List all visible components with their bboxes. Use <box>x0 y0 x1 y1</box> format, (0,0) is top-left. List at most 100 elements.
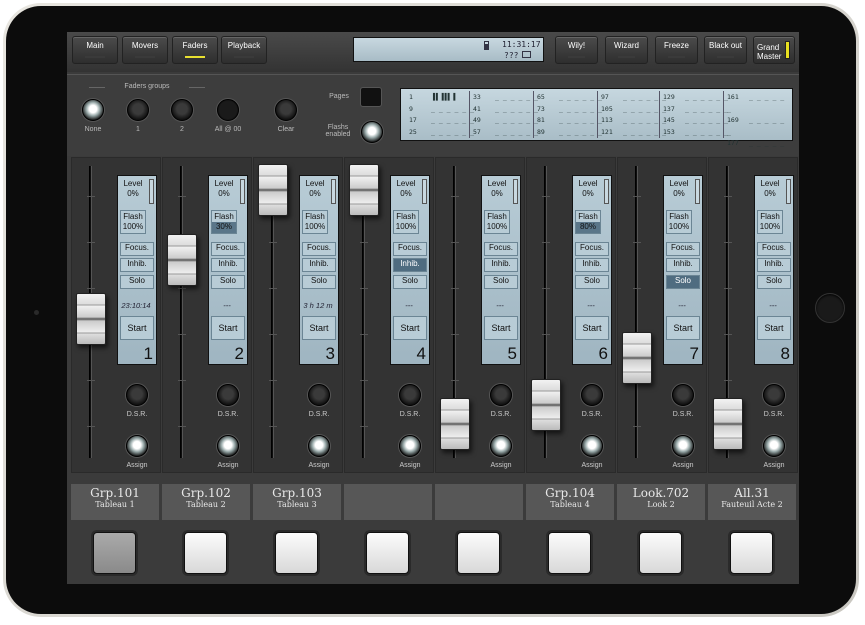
wily-button[interactable]: Wily! <box>555 36 598 64</box>
fader-knob[interactable] <box>349 164 379 216</box>
flash-level[interactable]: Flash 100% <box>757 210 783 234</box>
page-number[interactable]: 153 <box>663 127 685 139</box>
dsr-button[interactable] <box>308 384 330 406</box>
assign-button[interactable] <box>308 435 330 457</box>
solo-button[interactable]: Solo <box>393 275 427 289</box>
wizard-button[interactable]: Wizard <box>605 36 648 64</box>
start-button[interactable]: Start <box>120 316 154 340</box>
page-number[interactable]: 73 <box>537 104 559 116</box>
page-number[interactable]: 17 <box>409 115 431 127</box>
channel-name-box[interactable]: All.31 Fauteuil Acte 2 <box>708 484 796 520</box>
flash-level[interactable]: Flash 80% <box>575 210 601 234</box>
inhib-button[interactable]: Inhib. <box>302 258 336 272</box>
focus-button[interactable]: Focus. <box>302 242 336 256</box>
flashs-enabled-button[interactable] <box>361 121 383 143</box>
playback-button[interactable]: Playback <box>221 36 267 64</box>
pages-button[interactable] <box>360 87 382 107</box>
inhib-button[interactable]: Inhib. <box>211 258 245 272</box>
inhib-button[interactable]: Inhib. <box>666 258 700 272</box>
assign-button[interactable] <box>763 435 785 457</box>
flash-button[interactable] <box>457 532 500 574</box>
dsr-button[interactable] <box>217 384 239 406</box>
channel-name-box[interactable]: Look.702 Look 2 <box>617 484 705 520</box>
inhib-button[interactable]: Inhib. <box>393 258 427 272</box>
page-number[interactable]: 9 <box>409 104 431 116</box>
channel-name-box[interactable]: Grp.104 Tableau 4 <box>526 484 614 520</box>
fader-knob[interactable] <box>258 164 288 216</box>
page-number[interactable]: 145 <box>663 115 685 127</box>
assign-button[interactable] <box>672 435 694 457</box>
channel-name-box[interactable]: Grp.101 Tableau 1 <box>71 484 159 520</box>
all-at-00-button[interactable] <box>217 99 239 121</box>
fader-knob[interactable] <box>531 379 561 432</box>
main-button[interactable]: Main <box>72 36 118 64</box>
channel-name-box[interactable]: Grp.103 Tableau 3 <box>253 484 341 520</box>
start-button[interactable]: Start <box>666 316 700 340</box>
group-1-button[interactable] <box>127 99 149 121</box>
flash-button[interactable] <box>184 532 227 574</box>
focus-button[interactable]: Focus. <box>393 242 427 256</box>
start-button[interactable]: Start <box>484 316 518 340</box>
page-number[interactable]: 33 <box>473 92 495 104</box>
grand-master-button[interactable]: Grand Master <box>753 36 795 64</box>
flash-level[interactable]: Flash 30% <box>211 210 237 234</box>
channel-name-box[interactable] <box>344 484 432 520</box>
start-button[interactable]: Start <box>575 316 609 340</box>
page-number[interactable]: 177 <box>727 138 749 150</box>
page-number[interactable]: 57 <box>473 127 495 139</box>
solo-button[interactable]: Solo <box>120 275 154 289</box>
solo-button[interactable]: Solo <box>757 275 791 289</box>
page-number[interactable]: 1 <box>409 92 431 104</box>
focus-button[interactable]: Focus. <box>120 242 154 256</box>
dsr-button[interactable] <box>126 384 148 406</box>
dsr-button[interactable] <box>763 384 785 406</box>
assign-button[interactable] <box>581 435 603 457</box>
fader-knob[interactable] <box>440 398 470 450</box>
pages-table[interactable]: 1 ▐▐ ▐▐▐ ▐ 9 _ _ _ _ _ _ 17 _ _ _ _ _ _ 25 _ _ … <box>400 88 793 182</box>
page-number[interactable]: 161 <box>727 92 749 104</box>
focus-button[interactable]: Focus. <box>211 242 245 256</box>
start-button[interactable]: Start <box>211 316 245 340</box>
flash-level[interactable]: Flash 100% <box>302 210 328 234</box>
page-number[interactable]: 41 <box>473 104 495 116</box>
home-button[interactable] <box>815 293 845 323</box>
solo-button[interactable]: Solo <box>302 275 336 289</box>
clear-button[interactable] <box>275 99 297 121</box>
channel-name-box[interactable] <box>435 484 523 520</box>
flash-button[interactable] <box>366 532 409 574</box>
start-button[interactable]: Start <box>393 316 427 340</box>
page-number[interactable]: 81 <box>537 115 559 127</box>
dsr-button[interactable] <box>399 384 421 406</box>
flash-level[interactable]: Flash 100% <box>666 210 692 234</box>
flash-button[interactable] <box>93 532 136 574</box>
blackout-button[interactable]: Black out <box>704 36 747 64</box>
start-button[interactable]: Start <box>757 316 791 340</box>
inhib-button[interactable]: Inhib. <box>575 258 609 272</box>
flash-button[interactable] <box>275 532 318 574</box>
flash-button[interactable] <box>639 532 682 574</box>
page-number[interactable]: 113 <box>601 115 623 127</box>
focus-button[interactable]: Focus. <box>575 242 609 256</box>
dsr-button[interactable] <box>672 384 694 406</box>
page-number[interactable]: 97 <box>601 92 623 104</box>
page-number[interactable]: 105 <box>601 104 623 116</box>
focus-button[interactable]: Focus. <box>666 242 700 256</box>
page-number[interactable]: 129 <box>663 92 685 104</box>
assign-button[interactable] <box>490 435 512 457</box>
page-number[interactable]: 89 <box>537 127 559 139</box>
inhib-button[interactable]: Inhib. <box>757 258 791 272</box>
inhib-button[interactable]: Inhib. <box>120 258 154 272</box>
flash-level[interactable]: Flash 100% <box>484 210 510 234</box>
solo-button[interactable]: Solo <box>666 275 700 289</box>
flash-button[interactable] <box>548 532 591 574</box>
page-number[interactable]: 25 <box>409 127 431 139</box>
page-number[interactable]: 65 <box>537 92 559 104</box>
focus-button[interactable]: Focus. <box>757 242 791 256</box>
page-number[interactable]: 49 <box>473 115 495 127</box>
fader-knob[interactable] <box>622 332 652 385</box>
solo-button[interactable]: Solo <box>211 275 245 289</box>
channel-name-box[interactable]: Grp.102 Tableau 2 <box>162 484 250 520</box>
movers-button[interactable]: Movers <box>122 36 168 64</box>
assign-button[interactable] <box>399 435 421 457</box>
fader-knob[interactable] <box>76 292 106 345</box>
